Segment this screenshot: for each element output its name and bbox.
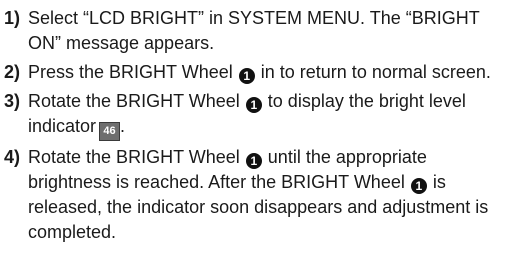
step-text: Select “LCD BRIGHT” in SYSTEM MENU. The … — [28, 6, 502, 56]
step-1: 1) Select “LCD BRIGHT” in SYSTEM MENU. T… — [4, 6, 502, 56]
step-text-part: in to return to normal screen. — [260, 62, 491, 82]
step-text: Rotate the BRIGHT Wheel 1 to display the… — [28, 89, 502, 141]
bright-wheel-marker-icon: 1 — [238, 68, 255, 84]
step-2: 2) Press the BRIGHT Wheel 1 in to return… — [4, 60, 502, 85]
step-number: 3) — [4, 91, 21, 111]
bright-wheel-marker-icon: 1 — [410, 178, 427, 194]
step-number: 4) — [4, 147, 21, 167]
step-text-part: Rotate the BRIGHT Wheel — [28, 147, 240, 167]
bright-level-indicator-icon: 46 — [99, 122, 121, 141]
step-text: Press the BRIGHT Wheel 1 in to return to… — [28, 60, 502, 85]
step-3: 3) Rotate the BRIGHT Wheel 1 to display … — [4, 89, 502, 141]
step-text: Rotate the BRIGHT Wheel 1 until the appr… — [28, 145, 502, 245]
step-4: 4) Rotate the BRIGHT Wheel 1 until the a… — [4, 145, 502, 245]
step-text-part: . — [120, 116, 126, 136]
step-number: 1) — [4, 8, 21, 28]
bright-wheel-marker-icon: 1 — [245, 153, 262, 169]
bright-wheel-marker-icon: 1 — [245, 97, 262, 113]
step-text-part: Rotate the BRIGHT Wheel — [28, 91, 240, 111]
instruction-steps: 1) Select “LCD BRIGHT” in SYSTEM MENU. T… — [4, 6, 502, 249]
step-text-part: Press the BRIGHT Wheel — [28, 62, 233, 82]
step-number: 2) — [4, 62, 21, 82]
step-text-part: Select “LCD BRIGHT” in SYSTEM MENU. The … — [28, 8, 480, 53]
